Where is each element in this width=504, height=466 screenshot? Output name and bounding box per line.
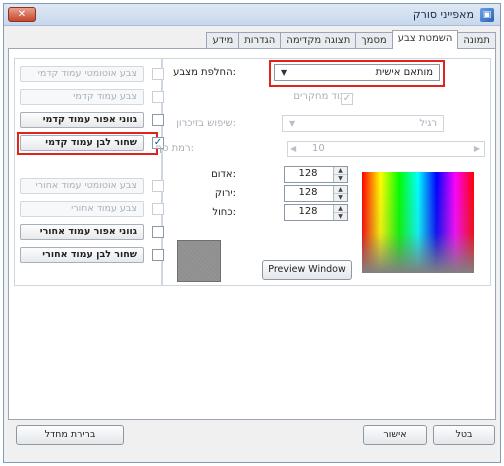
enhance-value: רגיל <box>419 118 437 129</box>
image-option-front-gray: גווני אפור עמוד קדמי <box>20 112 164 128</box>
blue-value: 128 <box>298 206 318 217</box>
threshold-label: רמת סף: <box>155 143 194 154</box>
dropout-mode-label: החלפת מצבע: <box>173 67 236 78</box>
image-option-rear-bw: שחור לבן עמוד אחורי <box>20 247 164 263</box>
image-option-front-auto-color: צבע אוטומטי עמוד קדמי <box>20 66 164 82</box>
image-option-label: צבע עמוד קדמי <box>20 89 144 105</box>
threshold-value: 10 <box>312 143 325 154</box>
image-option-front-color: צבע עמוד קדמי <box>20 89 164 105</box>
blue-label: כחול: <box>212 207 236 218</box>
red-spinner[interactable]: 128 ▲ ▼ <box>284 166 348 183</box>
spinner-buttons: ▲ ▼ <box>333 205 347 220</box>
image-option-checkbox[interactable] <box>152 203 164 215</box>
scanner-app-icon: ▣ <box>480 8 494 22</box>
image-option-label[interactable]: שחור לבן עמוד אחורי <box>20 247 144 263</box>
defaults-button[interactable]: ברירת מחדל <box>16 425 124 445</box>
green-spinner[interactable]: 128 ▲ ▼ <box>284 185 348 202</box>
tab-information[interactable]: מידע <box>206 32 240 48</box>
tab-strip: תמונה השמטת צבע מסמך תצוגה מקדימה הגדרות… <box>8 30 496 49</box>
enhance-select[interactable]: רגיל ▼ <box>282 115 444 132</box>
image-option-checkbox[interactable] <box>152 226 164 238</box>
image-option-checkbox[interactable] <box>152 249 164 261</box>
image-option-checkbox[interactable] <box>152 180 164 192</box>
window-title: מאפייני סורק <box>412 8 474 21</box>
spin-down-icon[interactable]: ▼ <box>334 174 347 182</box>
remove-background-checkbox[interactable]: ✓ <box>341 93 353 105</box>
tab-preview[interactable]: תצוגה מקדימה <box>280 32 357 48</box>
arrow-left-icon: ◀ <box>290 144 297 153</box>
image-option-label: צבע עמוד אחורי <box>20 201 144 217</box>
spin-up-icon[interactable]: ▲ <box>334 167 347 175</box>
spin-up-icon[interactable]: ▲ <box>334 205 347 213</box>
image-option-rear-color: צבע עמוד אחורי <box>20 201 164 217</box>
tab-color-dropout[interactable]: השמטת צבע <box>391 30 459 49</box>
image-option-label[interactable]: גווני אפור עמוד קדמי <box>20 112 144 128</box>
image-option-checkbox[interactable] <box>152 68 164 80</box>
image-option-rear-auto-color: צבע אוטומטי עמוד אחורי <box>20 178 164 194</box>
image-option-checkbox[interactable] <box>152 91 164 103</box>
dropout-mode-select[interactable]: מותאם אישית ▼ <box>274 64 440 81</box>
preview-window-button[interactable]: Preview Window <box>262 260 352 280</box>
title-bar: ✕ מאפייני סורק ▣ <box>4 4 500 26</box>
spin-up-icon[interactable]: ▲ <box>334 186 347 194</box>
threshold-slider[interactable]: ◀ 10 ▶ <box>287 141 485 157</box>
image-option-label[interactable]: גווני אפור עמוד אחורי <box>20 224 144 240</box>
image-option-label: צבע אוטומטי עמוד אחורי <box>20 178 144 194</box>
chevron-down-icon: ▼ <box>281 68 288 77</box>
image-option-label: צבע אוטומטי עמוד קדמי <box>20 66 144 82</box>
chevron-down-icon: ▼ <box>289 119 296 128</box>
cancel-button[interactable]: בטל <box>433 425 495 445</box>
ok-button[interactable]: אישור <box>363 425 427 445</box>
blue-spinner[interactable]: 128 ▲ ▼ <box>284 204 348 221</box>
red-label: אדום: <box>211 169 236 180</box>
red-value: 128 <box>298 168 318 179</box>
green-value: 128 <box>298 187 318 198</box>
arrow-right-icon: ▶ <box>473 144 480 153</box>
color-preview-swatch <box>177 240 221 282</box>
tab-settings[interactable]: הגדרות <box>238 32 282 48</box>
image-option-label[interactable]: שחור לבן עמוד קדמי <box>20 135 144 151</box>
spinner-buttons: ▲ ▼ <box>333 186 347 201</box>
image-option-checkbox[interactable] <box>152 114 164 126</box>
spinner-buttons: ▲ ▼ <box>333 167 347 182</box>
tab-paper[interactable]: מסמך <box>355 32 393 48</box>
close-button[interactable]: ✕ <box>8 7 36 22</box>
spin-down-icon[interactable]: ▼ <box>334 212 347 220</box>
spin-down-icon[interactable]: ▼ <box>334 193 347 201</box>
image-option-rear-gray: גווני אפור עמוד אחורי <box>20 224 164 240</box>
tab-image[interactable]: תמונה <box>457 32 496 48</box>
image-option-front-bw: שחור לבן עמוד קדמי ✓ <box>20 135 164 151</box>
dropout-mode-value: מותאם אישית <box>375 67 433 78</box>
green-label: ירוק: <box>214 188 236 199</box>
enhance-label: שיפוש בזיכרון: <box>176 118 236 129</box>
color-spectrum-picker[interactable] <box>362 172 474 273</box>
